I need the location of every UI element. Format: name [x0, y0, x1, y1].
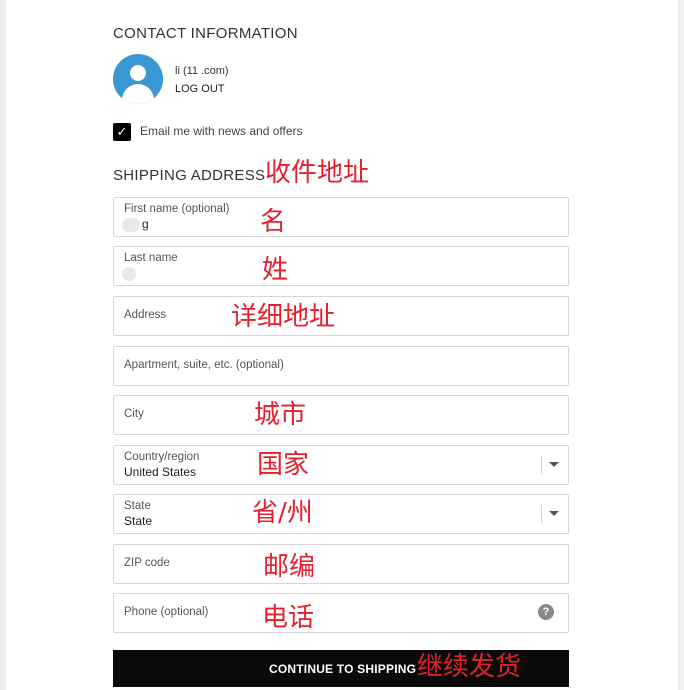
avatar-icon [113, 54, 163, 104]
zip-label: ZIP code [124, 557, 170, 569]
phone-label: Phone (optional) [124, 606, 209, 618]
address-label: Address [124, 309, 167, 321]
chevron-down-icon[interactable] [549, 462, 559, 467]
country-value: United States [124, 465, 197, 479]
shipping-annotation: 收件地址 [265, 158, 370, 188]
question-circle-icon[interactable]: ? [538, 604, 554, 620]
newsletter-checkbox[interactable]: ✓ [113, 123, 131, 141]
address-annotation: 详细地址 [231, 302, 336, 332]
state-value: State [124, 514, 153, 528]
chevron-down-icon[interactable] [549, 511, 559, 516]
country-annotation: 国家 [257, 450, 310, 480]
first-name-annotation: 名 [260, 207, 287, 237]
logout-link[interactable]: LOG OUT [175, 83, 225, 95]
country-label: Country/region [124, 451, 200, 463]
phone-field[interactable]: Phone (optional) ? [113, 593, 569, 633]
phone-annotation: 电话 [262, 603, 315, 633]
contact-section-title: CONTACT INFORMATION [113, 25, 298, 42]
state-annotation: 省/州 [252, 498, 313, 528]
newsletter-label: Email me with news and offers [140, 124, 303, 138]
user-email: li (11 .com) [175, 65, 229, 77]
zip-field[interactable]: ZIP code [113, 544, 569, 584]
first-name-value: g [142, 217, 149, 231]
first-name-field[interactable]: First name (optional) g [113, 197, 569, 237]
state-label: State [124, 500, 151, 512]
city-annotation: 城市 [254, 400, 307, 430]
state-select[interactable]: State State [113, 494, 569, 534]
last-name-field[interactable]: Last name [113, 246, 569, 286]
last-name-annotation: 姓 [262, 255, 289, 285]
address-field[interactable]: Address [113, 296, 569, 336]
cta-annotation: 继续发货 [417, 652, 522, 682]
first-name-label: First name (optional) [124, 203, 230, 215]
continue-button-label: CONTINUE TO SHIPPING [269, 662, 417, 676]
checkout-panel [6, 0, 678, 690]
last-name-label: Last name [124, 252, 178, 264]
country-select[interactable]: Country/region United States [113, 445, 569, 485]
apartment-label: Apartment, suite, etc. (optional) [124, 359, 284, 371]
city-field[interactable]: City [113, 395, 569, 435]
shipping-section-title: SHIPPING ADDRESS [113, 167, 266, 184]
apartment-field[interactable]: Apartment, suite, etc. (optional) [113, 346, 569, 386]
city-label: City [124, 408, 144, 420]
zip-annotation: 邮编 [263, 552, 316, 582]
